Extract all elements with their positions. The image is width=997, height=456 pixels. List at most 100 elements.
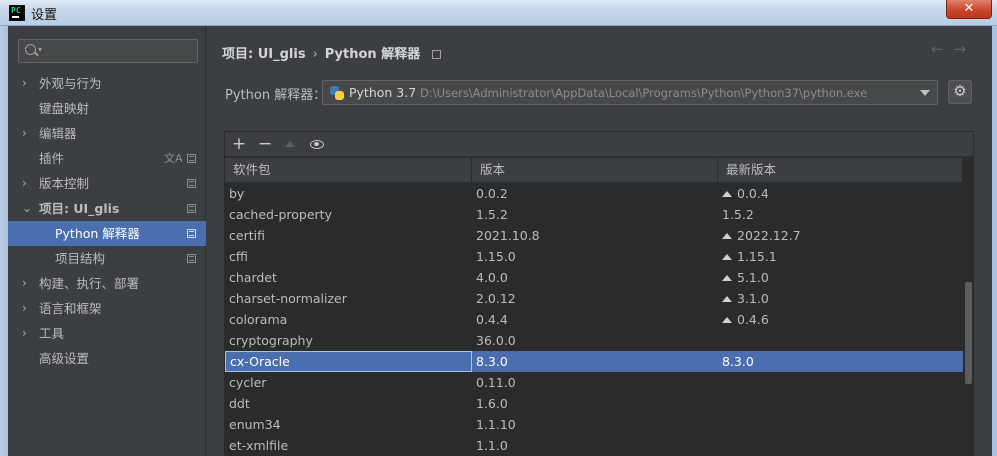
sidebar-item-project-structure[interactable]: 项目结构 [8, 246, 206, 271]
sidebar-item-appearance[interactable]: › 外观与行为 [8, 71, 206, 96]
table-row[interactable]: cached-property 1.5.2 1.5.2 [225, 204, 963, 225]
sidebar-item-advanced-settings[interactable]: 高级设置 [8, 346, 206, 371]
package-latest-version-cell: 2022.12.7 [718, 225, 963, 246]
breadcrumb-project: 项目: UI_glis [222, 47, 306, 62]
column-header-latest-version[interactable]: 最新版本 [718, 158, 963, 182]
package-name-cell: ddt [229, 396, 250, 411]
sidebar-item-tools[interactable]: › 工具 [8, 321, 206, 346]
sidebar-item-label: 语言和框架 [39, 301, 102, 316]
latest-version-text: 0.0.4 [737, 186, 769, 201]
table-row[interactable]: chardet 4.0.0 5.1.0 [225, 267, 963, 288]
packages-table-header: 软件包 版本 最新版本 [225, 158, 963, 183]
table-row[interactable]: colorama 0.4.4 0.4.6 [225, 309, 963, 330]
upgrade-available-icon [722, 254, 732, 260]
sidebar-item-languages-frameworks[interactable]: › 语言和框架 [8, 296, 206, 321]
package-version-cell: 8.3.0 [476, 354, 508, 369]
remove-package-button[interactable]: − [256, 134, 274, 154]
package-name-cell: enum34 [229, 417, 281, 432]
back-arrow-icon[interactable]: ← [931, 40, 944, 58]
package-version-cell: 1.5.2 [476, 207, 508, 222]
sidebar-item-build-execution-deployment[interactable]: › 构建、执行、部署 [8, 271, 206, 296]
table-row[interactable]: enum34 1.1.10 [225, 414, 963, 435]
project-settings-icon [432, 50, 442, 59]
expand-arrow-icon[interactable]: › [22, 271, 27, 296]
table-row[interactable]: cffi 1.15.0 1.15.1 [225, 246, 963, 267]
forward-arrow-icon[interactable]: → [954, 40, 967, 58]
package-latest-version-cell: 0.4.6 [718, 309, 963, 330]
interpreter-name: Python 3.7 [349, 85, 417, 100]
package-version-cell: 1.15.0 [476, 249, 516, 264]
expand-arrow-icon[interactable]: › [22, 296, 27, 321]
settings-sidebar: ▾ › 外观与行为 键盘映射 › 编辑器 插件 文A › 版本控制 ⌄ 项目: … [8, 26, 206, 456]
column-header-version[interactable]: 版本 [472, 158, 718, 182]
breadcrumb-separator: › [312, 47, 318, 62]
sidebar-item-label: Python 解释器 [55, 226, 140, 241]
column-header-package[interactable]: 软件包 [225, 158, 472, 182]
sidebar-item-keymap[interactable]: 键盘映射 [8, 96, 206, 121]
interpreter-dropdown[interactable]: Python 3.7 D:\Users\Administrator\AppDat… [322, 80, 938, 105]
scrollbar-thumb[interactable] [965, 282, 972, 384]
upgrade-available-icon [722, 233, 732, 239]
sidebar-item-version-control[interactable]: › 版本控制 [8, 171, 206, 196]
package-latest-version-cell: 1.15.1 [718, 246, 963, 267]
window-close-button[interactable]: ✕ [946, 0, 992, 19]
package-latest-version-cell [718, 330, 963, 351]
package-version-cell: 0.0.2 [476, 186, 508, 201]
translate-icon: 文A [164, 152, 183, 165]
interpreter-label: Python 解释器： [225, 88, 327, 103]
search-history-dropdown-icon[interactable]: ▾ [38, 45, 42, 54]
expand-arrow-icon[interactable]: › [22, 321, 27, 346]
package-version-cell: 1.1.0 [476, 438, 508, 453]
table-row[interactable]: charset-normalizer 2.0.12 3.1.0 [225, 288, 963, 309]
package-name-cell: cached-property [229, 207, 332, 222]
sidebar-item-label: 高级设置 [39, 351, 90, 366]
expand-arrow-icon[interactable]: › [22, 121, 27, 146]
breadcrumb-current-page: Python 解释器 [324, 47, 421, 62]
upgrade-package-button[interactable] [285, 141, 295, 147]
package-latest-version-cell [718, 435, 963, 456]
dropdown-arrow-icon[interactable] [920, 90, 930, 96]
sidebar-item-plugins[interactable]: 插件 文A [8, 146, 206, 171]
collapse-arrow-icon[interactable]: ⌄ [22, 196, 32, 221]
history-navigation: ← → [931, 40, 976, 58]
show-early-releases-eye-icon[interactable] [310, 140, 324, 149]
sidebar-item-label: 外观与行为 [39, 76, 102, 91]
package-latest-version-cell: 5.1.0 [718, 267, 963, 288]
expand-arrow-icon[interactable]: › [22, 71, 27, 96]
latest-version-text: 3.1.0 [737, 291, 769, 306]
table-row[interactable]: cx-Oracle 8.3.0 8.3.0 [225, 351, 963, 372]
package-name-cell: et-xmlfile [229, 438, 289, 453]
table-row[interactable]: ddt 1.6.0 [225, 393, 963, 414]
table-row[interactable]: certifi 2021.10.8 2022.12.7 [225, 225, 963, 246]
breadcrumb: 项目: UI_glis › Python 解释器 [222, 43, 442, 62]
table-row[interactable]: by 0.0.2 0.0.4 [225, 183, 963, 204]
table-row[interactable]: et-xmlfile 1.1.0 [225, 435, 963, 456]
expand-arrow-icon[interactable]: › [22, 171, 27, 196]
settings-search-input[interactable]: ▾ [18, 39, 198, 63]
project-settings-icon [187, 179, 196, 188]
interpreter-settings-gear-button[interactable]: ⚙ [948, 80, 972, 104]
package-version-cell: 2.0.12 [476, 291, 516, 306]
project-settings-icon [187, 204, 196, 213]
sidebar-item-label: 编辑器 [39, 126, 77, 141]
table-row[interactable]: cycler 0.11.0 [225, 372, 963, 393]
packages-scrollbar[interactable] [964, 158, 974, 456]
sidebar-item-label: 项目结构 [55, 251, 106, 266]
table-row[interactable]: cryptography 36.0.0 [225, 330, 963, 351]
sidebar-item-label: 项目: UI_glis [39, 201, 120, 216]
sidebar-item-project[interactable]: ⌄ 项目: UI_glis [8, 196, 206, 221]
package-version-cell: 1.6.0 [476, 396, 508, 411]
package-latest-version-cell [718, 393, 963, 414]
package-latest-version-cell [718, 372, 963, 393]
sidebar-item-editor[interactable]: › 编辑器 [8, 121, 206, 146]
sidebar-item-label: 键盘映射 [39, 101, 90, 116]
latest-version-text: 1.15.1 [737, 249, 777, 264]
upgrade-available-icon [722, 275, 732, 281]
settings-content: 项目: UI_glis › Python 解释器 ← → Python 解释器： Py… [207, 26, 992, 456]
sidebar-item-python-interpreter[interactable]: Python 解释器 [8, 221, 206, 246]
package-latest-version-cell: 0.0.4 [718, 183, 963, 204]
package-latest-version-cell [718, 414, 963, 435]
add-package-button[interactable]: + [230, 134, 248, 154]
window-frame-left [0, 26, 8, 456]
package-version-cell: 0.4.4 [476, 312, 508, 327]
